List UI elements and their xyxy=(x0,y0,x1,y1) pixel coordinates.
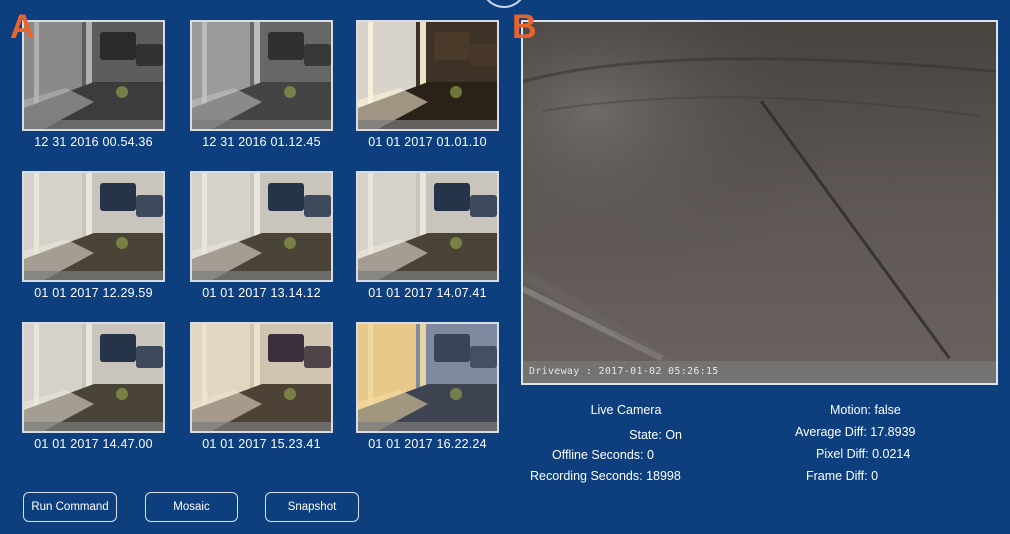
snapshot-item[interactable]: 01 01 2017 15.23.41 xyxy=(190,322,333,451)
driveway-scene-image xyxy=(192,324,331,431)
snapshot-item[interactable]: 01 01 2017 16.22.24 xyxy=(356,322,499,451)
average-diff-label: Average Diff: xyxy=(795,425,867,439)
driveway-scene-image xyxy=(24,22,163,129)
snapshot-timestamp: 01 01 2017 15.23.41 xyxy=(202,437,321,451)
snapshot-button[interactable]: Snapshot xyxy=(265,492,359,522)
mosaic-button[interactable]: Mosaic xyxy=(145,492,238,522)
camera-state: State: On xyxy=(530,428,682,442)
motion-label: Motion: xyxy=(830,403,871,417)
snapshot-thumbnail[interactable] xyxy=(22,322,165,433)
live-camera-title: Live Camera xyxy=(590,403,662,417)
recording-label: Recording Seconds: xyxy=(530,469,643,483)
snapshot-timestamp: 01 01 2017 13.14.12 xyxy=(202,286,321,300)
pixel-diff-value: 0.0214 xyxy=(872,447,911,461)
driveway-scene-image xyxy=(24,173,163,280)
snapshot-timestamp: 01 01 2017 16.22.24 xyxy=(368,437,487,451)
panel-label-a: A xyxy=(10,8,35,46)
snapshot-item[interactable]: 01 01 2017 01.01.10 xyxy=(356,20,499,149)
snapshot-thumbnail[interactable] xyxy=(356,322,499,433)
motion-value: false xyxy=(874,403,901,417)
offline-seconds: Offline Seconds: 0 xyxy=(552,448,654,462)
snapshot-item[interactable]: 01 01 2017 14.47.00 xyxy=(22,322,165,451)
driveway-scene-image xyxy=(358,324,497,431)
snapshot-thumbnail[interactable] xyxy=(22,20,165,131)
camera-overlay-label: Driveway : 2017-01-02 05:26:15 xyxy=(523,361,996,383)
driveway-scene-image xyxy=(358,22,497,129)
snapshot-item[interactable]: 01 01 2017 13.14.12 xyxy=(190,171,333,300)
snapshot-thumbnail[interactable] xyxy=(190,171,333,282)
pixel-diff-label: Pixel Diff: xyxy=(816,447,869,461)
panel-label-b: B xyxy=(512,8,537,46)
snapshot-timestamp: 01 01 2017 12.29.59 xyxy=(34,286,153,300)
state-label: State: xyxy=(629,428,662,442)
top-tab-indicator xyxy=(481,0,527,8)
state-value: On xyxy=(665,428,682,442)
snapshot-item[interactable]: 12 31 2016 01.12.45 xyxy=(190,20,333,149)
snapshot-item[interactable]: 01 01 2017 14.07.41 xyxy=(356,171,499,300)
run-command-button[interactable]: Run Command xyxy=(23,492,117,522)
snapshot-thumbnail[interactable] xyxy=(190,322,333,433)
recording-value: 18998 xyxy=(646,469,681,483)
frame-diff-label: Frame Diff: xyxy=(806,469,868,483)
snapshot-item[interactable]: 01 01 2017 12.29.59 xyxy=(22,171,165,300)
live-camera-feed[interactable]: Driveway : 2017-01-02 05:26:15 xyxy=(521,20,998,385)
offline-value: 0 xyxy=(646,448,654,462)
frame-diff: Frame Diff: 0 xyxy=(806,469,878,483)
offline-label: Offline Seconds: xyxy=(552,448,644,462)
driveway-scene-image xyxy=(24,324,163,431)
motion-status: Motion: false xyxy=(830,403,901,417)
recording-seconds: Recording Seconds: 18998 xyxy=(530,469,681,483)
average-diff-value: 17.8939 xyxy=(870,425,916,439)
average-diff: Average Diff: 17.8939 xyxy=(795,425,915,439)
pixel-diff: Pixel Diff: 0.0214 xyxy=(816,447,910,461)
frame-diff-value: 0 xyxy=(871,469,879,483)
snapshot-timestamp: 12 31 2016 01.12.45 xyxy=(202,135,321,149)
snapshot-item[interactable]: 12 31 2016 00.54.36 xyxy=(22,20,165,149)
snapshot-timestamp: 01 01 2017 14.47.00 xyxy=(34,437,153,451)
snapshot-thumbnail[interactable] xyxy=(356,171,499,282)
snapshot-thumbnail[interactable] xyxy=(22,171,165,282)
snapshot-thumbnail[interactable] xyxy=(190,20,333,131)
live-camera-image xyxy=(523,22,996,383)
snapshot-timestamp: 12 31 2016 00.54.36 xyxy=(34,135,153,149)
snapshot-thumbnail[interactable] xyxy=(356,20,499,131)
snapshot-timestamp: 01 01 2017 01.01.10 xyxy=(368,135,487,149)
driveway-scene-image xyxy=(192,22,331,129)
snapshot-timestamp: 01 01 2017 14.07.41 xyxy=(368,286,487,300)
driveway-scene-image xyxy=(358,173,497,280)
driveway-scene-image xyxy=(192,173,331,280)
